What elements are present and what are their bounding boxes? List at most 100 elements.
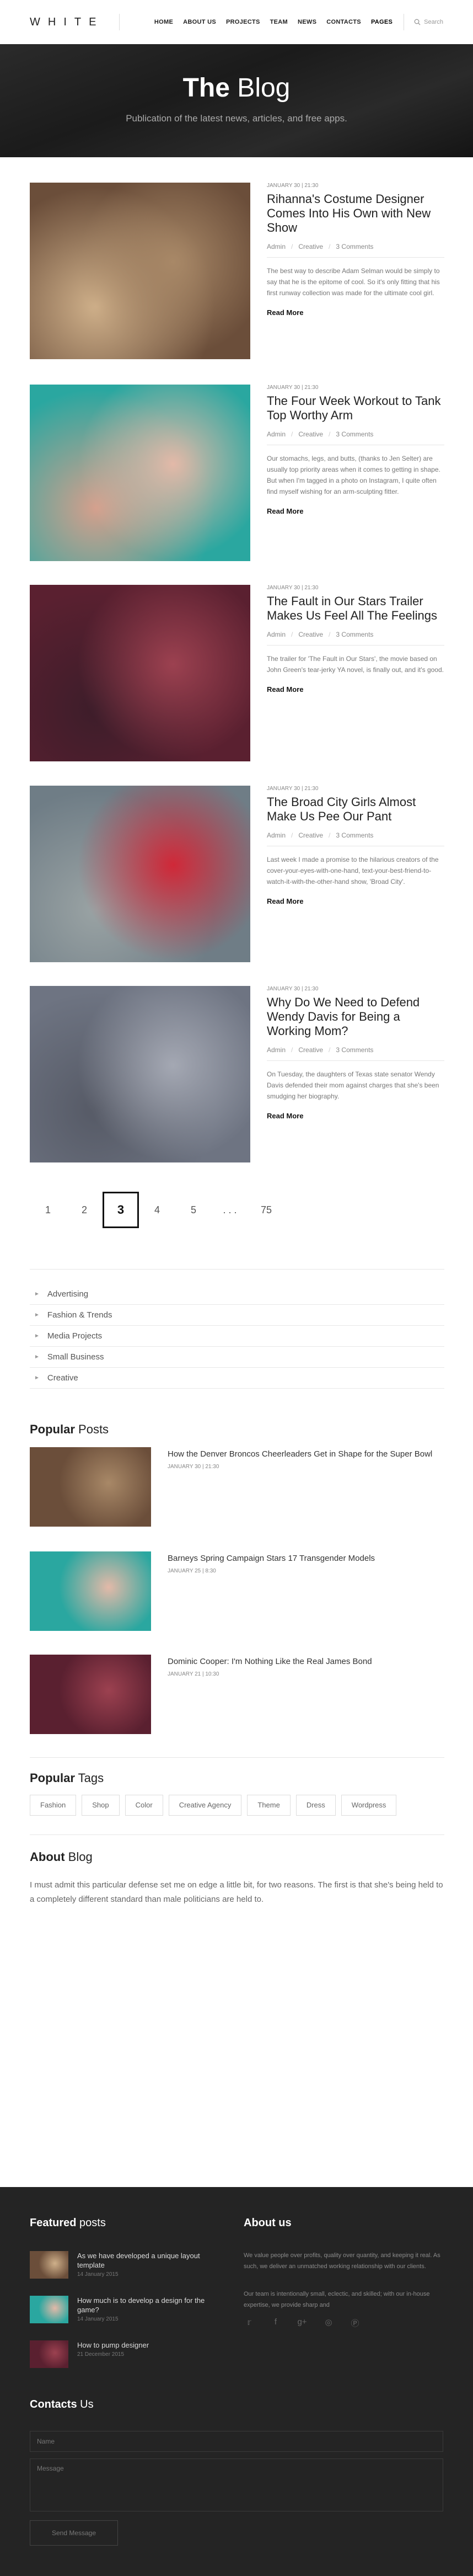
search-icon[interactable] [414,19,421,25]
read-more-link[interactable]: Read More [267,897,444,905]
post-comments[interactable]: 3 Comments [336,430,373,438]
post-author[interactable]: Admin [267,243,286,250]
popular-tags-title: Popular Tags [30,1771,104,1785]
read-more-link[interactable]: Read More [267,308,444,317]
page-link[interactable]: 1 [30,1192,66,1228]
read-more-link[interactable]: Read More [267,1112,444,1120]
social-links: 𝕣 f g+ ◎ Ⓟ [244,2317,361,2329]
tag-item[interactable]: Theme [247,1795,291,1816]
tag-item[interactable]: Shop [82,1795,120,1816]
popular-post: Dominic Cooper: I'm Nothing Like the Rea… [30,1655,444,1734]
tag-item[interactable]: Fashion [30,1795,77,1816]
name-field[interactable] [30,2431,443,2452]
category-item[interactable]: ► Fashion & Trends [30,1305,444,1326]
blog-post: JANUARY 30 | 21:30 The Four Week Workout… [30,385,444,561]
post-author[interactable]: Admin [267,831,286,839]
featured-post-title[interactable]: How to pump designer [77,2340,215,2350]
page-link[interactable]: 2 [66,1192,103,1228]
nav-contacts[interactable]: CONTACTS [326,19,361,25]
chevron-right-icon: ► [34,1354,40,1360]
post-image[interactable] [30,585,250,761]
twitter-icon[interactable]: 𝕣 [244,2317,255,2329]
site-logo[interactable]: WHITE [30,16,104,29]
post-comments[interactable]: 3 Comments [336,1046,373,1054]
post-category[interactable]: Creative [298,831,323,839]
facebook-icon[interactable]: f [270,2317,281,2329]
popular-post-date: JANUARY 30 | 21:30 [168,1464,219,1470]
popular-post-image[interactable] [30,1655,151,1734]
featured-post-date: 14 January 2015 [77,2271,119,2278]
nav-about-us[interactable]: ABOUT US [183,19,216,25]
google-plus-icon[interactable]: g+ [297,2317,308,2329]
page-link[interactable]: 5 [175,1192,212,1228]
post-date: JANUARY 30 | 21:30 [267,986,319,992]
popular-post-title[interactable]: How the Denver Broncos Cheerleaders Get … [168,1449,432,1459]
logo-divider [119,14,120,30]
tag-item[interactable]: Dress [295,1795,336,1816]
post-title[interactable]: The Broad City Girls Almost Make Us Pee … [267,795,444,824]
search-box[interactable]: Search [414,19,443,25]
post-image[interactable] [30,183,250,359]
read-more-link[interactable]: Read More [267,507,444,515]
category-item[interactable]: ► Creative [30,1368,444,1389]
post-image[interactable] [30,986,250,1162]
pinterest-icon[interactable]: Ⓟ [350,2317,361,2329]
message-field[interactable] [30,2458,443,2511]
post-meta: Admin / Creative/ 3 Comments [267,430,374,438]
chevron-right-icon: ► [34,1375,40,1381]
divider [267,645,444,646]
page-link-current[interactable]: 3 [103,1192,139,1228]
nav-team[interactable]: TEAM [270,19,288,25]
post-category[interactable]: Creative [298,1046,323,1054]
tag-item[interactable]: Wordpress [341,1795,397,1816]
blog-post: JANUARY 30 | 21:30 Rihanna's Costume Des… [30,183,444,359]
dribbble-icon[interactable]: ◎ [323,2317,334,2329]
popular-post-title[interactable]: Barneys Spring Campaign Stars 17 Transge… [168,1554,375,1563]
category-item[interactable]: ► Media Projects [30,1326,444,1347]
post-body: JANUARY 30 | 21:30 Why Do We Need to Def… [267,986,444,1120]
tag-item[interactable]: Creative Agency [168,1795,242,1816]
post-image[interactable] [30,385,250,561]
post-category[interactable]: Creative [298,430,323,438]
page-link[interactable]: 75 [248,1192,284,1228]
tag-item[interactable]: Color [125,1795,163,1816]
post-comments[interactable]: 3 Comments [336,243,373,250]
divider [267,1060,444,1061]
post-comments[interactable]: 3 Comments [336,831,373,839]
post-title[interactable]: The Four Week Workout to Tank Top Worthy… [267,394,444,423]
post-author[interactable]: Admin [267,1046,286,1054]
send-message-button[interactable]: Send Message [30,2520,118,2546]
post-title[interactable]: Rihanna's Costume Designer Comes Into Hi… [267,192,444,235]
featured-post-title[interactable]: As we have developed a unique layout tem… [77,2251,215,2270]
post-title[interactable]: The Fault in Our Stars Trailer Makes Us … [267,594,444,623]
nav-pages[interactable]: PAGES [371,19,393,25]
post-meta: Admin / Creative/ 3 Comments [267,1046,374,1054]
page-ellipsis: . . . [223,1204,237,1215]
post-author[interactable]: Admin [267,430,286,438]
popular-post-title[interactable]: Dominic Cooper: I'm Nothing Like the Rea… [168,1657,372,1666]
nav-projects[interactable]: PROJECTS [226,19,260,25]
nav-news[interactable]: NEWS [298,19,316,25]
featured-post-image[interactable] [30,2296,68,2323]
post-category[interactable]: Creative [298,243,323,250]
page-link[interactable]: 4 [139,1192,175,1228]
tag-cloud: Fashion Shop Color Creative Agency Theme… [30,1795,397,1816]
chevron-right-icon: ► [34,1291,40,1297]
post-category[interactable]: Creative [298,631,323,638]
read-more-link[interactable]: Read More [267,685,444,694]
post-comments[interactable]: 3 Comments [336,631,373,638]
category-list: ► Advertising ► Fashion & Trends ► Media Pr… [30,1284,444,1389]
featured-post-title[interactable]: How much is to develop a design for the … [77,2296,215,2314]
featured-post-image[interactable] [30,2251,68,2279]
popular-post-image[interactable] [30,1551,151,1631]
post-meta: Admin / Creative/ 3 Comments [267,631,374,638]
category-item[interactable]: ► Small Business [30,1347,444,1368]
search-input[interactable]: Search [424,19,443,25]
popular-post-image[interactable] [30,1447,151,1527]
nav-home[interactable]: HOME [154,19,173,25]
post-title[interactable]: Why Do We Need to Defend Wendy Davis for… [267,995,444,1038]
category-item[interactable]: ► Advertising [30,1284,444,1305]
featured-post-image[interactable] [30,2340,68,2368]
post-author[interactable]: Admin [267,631,286,638]
post-image[interactable] [30,786,250,962]
